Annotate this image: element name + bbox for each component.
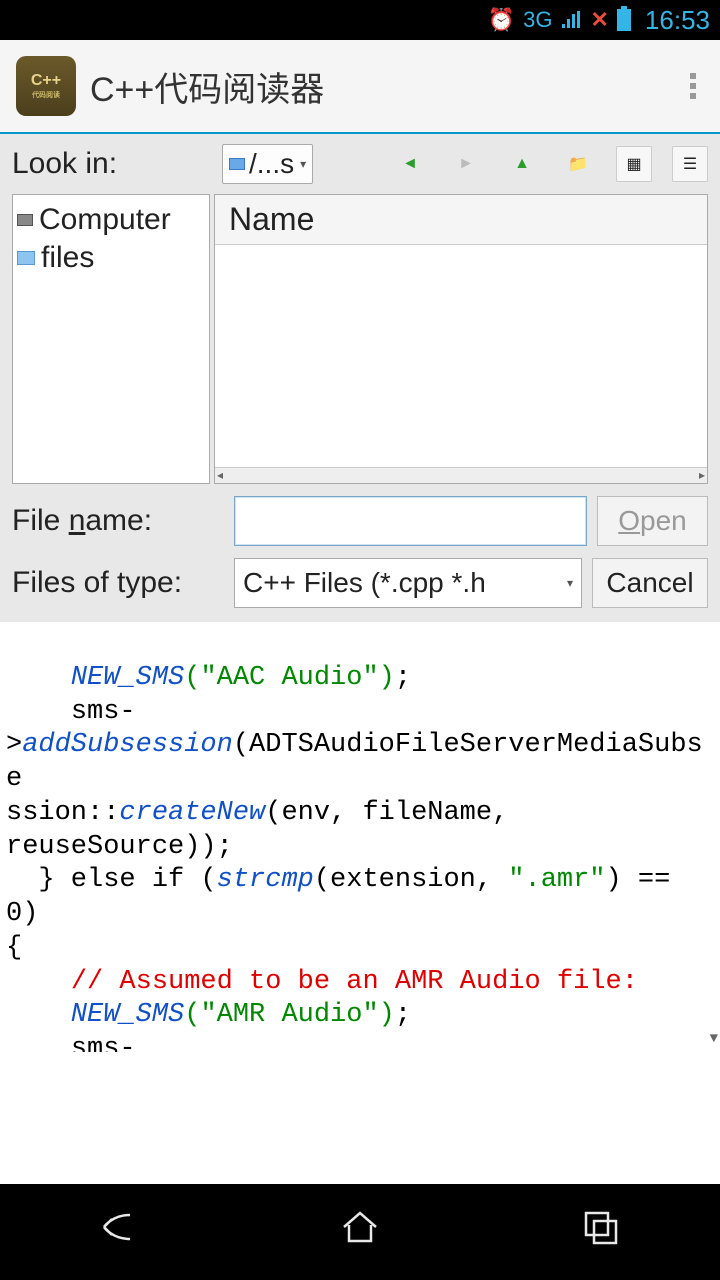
system-nav-bar [0,1184,720,1280]
chevron-down-icon: ▾ [567,576,573,590]
look-in-label: Look in: [12,147,212,181]
overflow-menu-button[interactable] [682,65,704,107]
clock: 16:53 [645,5,710,36]
computer-icon [17,214,33,226]
tree-item-computer[interactable]: Computer [17,201,205,239]
file-type-dropdown[interactable]: C++ Files (*.cpp *.h ▾ [234,558,582,608]
app-icon: C++代码阅读 [16,56,76,116]
file-list[interactable]: Name [214,194,708,484]
file-type-label: Files of type: [12,566,224,600]
file-open-dialog: Look in: /...s ▾ ◄ ► ▲ 📁 ▦ ☰ Computer [0,134,720,622]
tree-item-files[interactable]: files [17,239,205,277]
nav-forward-button[interactable]: ► [448,146,484,182]
view-detail-button[interactable]: ☰ [672,146,708,182]
chevron-down-icon: ▾ [300,157,306,171]
new-folder-button[interactable]: 📁 [560,146,596,182]
horizontal-scrollbar[interactable] [215,467,707,483]
file-list-body[interactable] [215,245,707,467]
view-list-button[interactable]: ▦ [616,146,652,182]
home-button[interactable] [320,1207,400,1257]
file-name-input[interactable] [234,496,587,546]
scroll-down-icon[interactable]: ▼ [710,1031,718,1049]
alarm-icon: ⏰ [488,7,515,33]
no-sim-icon: ✕ [590,7,608,33]
status-bar: ⏰ 3G ✕ 16:53 [0,0,720,40]
signal-icon [560,10,582,30]
column-header-name[interactable]: Name [215,195,707,245]
nav-back-button[interactable]: ◄ [392,146,428,182]
network-label: 3G [523,7,552,33]
app-title: C++代码阅读器 [90,62,682,111]
battery-icon [617,9,631,31]
folder-icon [17,251,35,265]
cancel-button[interactable]: Cancel [592,558,708,608]
code-viewer[interactable]: NEW_SMS("AAC Audio"); sms- >addSubsessio… [0,622,720,1052]
folder-tree[interactable]: Computer files [12,194,210,484]
back-button[interactable] [80,1207,160,1257]
open-button[interactable]: Open [597,496,708,546]
look-in-dropdown[interactable]: /...s ▾ [222,144,313,184]
recent-apps-button[interactable] [560,1207,640,1257]
content: Look in: /...s ▾ ◄ ► ▲ 📁 ▦ ☰ Computer [0,134,720,1184]
folder-icon [229,158,245,170]
app-bar: C++代码阅读 C++代码阅读器 [0,40,720,134]
file-name-label: File name: [12,504,224,538]
nav-up-button[interactable]: ▲ [504,146,540,182]
